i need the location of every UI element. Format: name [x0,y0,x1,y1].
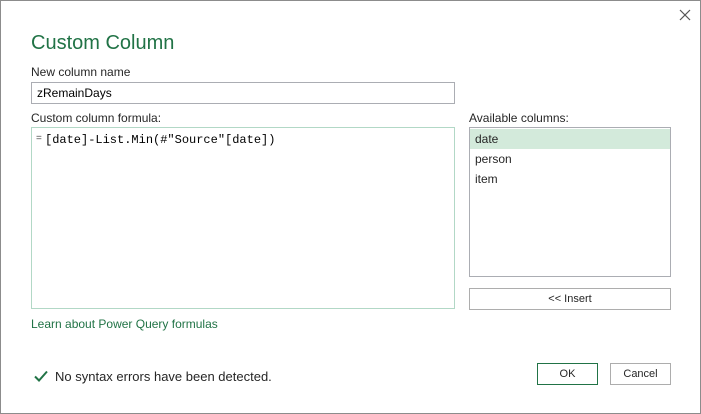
available-columns-label: Available columns: [469,111,569,125]
insert-button[interactable]: << Insert [469,288,671,310]
column-item-person[interactable]: person [470,149,670,169]
column-name-label: New column name [31,65,131,79]
column-name-input[interactable] [31,82,455,104]
ok-button[interactable]: OK [537,363,598,385]
cancel-button[interactable]: Cancel [610,363,671,385]
close-button[interactable] [675,5,695,25]
formula-editor[interactable]: = [date]-List.Min(#"Source"[date]) [31,127,455,309]
formula-text[interactable]: [date]-List.Min(#"Source"[date]) [45,133,275,147]
column-item-item[interactable]: item [470,169,670,189]
close-icon [679,9,691,21]
custom-column-dialog: Custom Column New column name Custom col… [0,0,701,414]
formula-equals-sign: = [36,133,42,144]
formula-label: Custom column formula: [31,111,162,125]
checkmark-icon [33,368,49,384]
dialog-title: Custom Column [31,32,175,54]
available-columns-list[interactable]: date person item [469,127,671,277]
syntax-status-text: No syntax errors have been detected. [55,368,272,384]
syntax-status: No syntax errors have been detected. [33,367,272,385]
column-item-date[interactable]: date [470,129,670,149]
learn-power-query-link[interactable]: Learn about Power Query formulas [31,317,218,331]
